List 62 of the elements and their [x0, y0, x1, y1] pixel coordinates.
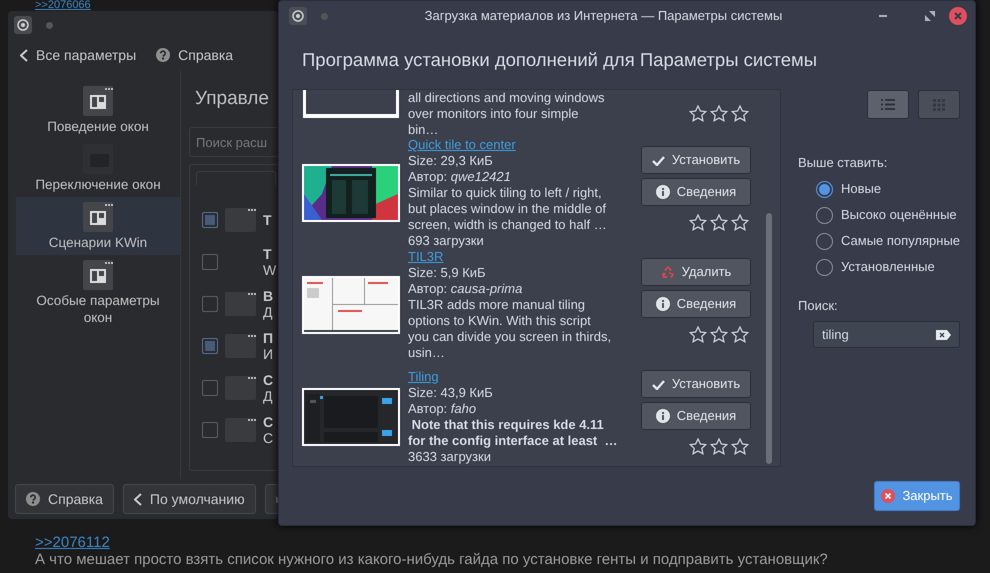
item-title-link[interactable]: Tiling [408, 369, 439, 385]
downloads-text: 693 загрузки [408, 233, 485, 249]
remove-button[interactable]: Удалить [641, 258, 751, 286]
script-subtitle: Д [263, 388, 274, 404]
search-field[interactable]: Поиск расш [189, 127, 278, 157]
toolbar-link[interactable]: Все параметры [20, 44, 136, 66]
script-title: В [263, 288, 274, 304]
description-line: but places window in the middle of [408, 201, 608, 217]
item-title-link[interactable]: Quick tile to center [408, 137, 516, 153]
size-text: Size: 5,9 КиБ [408, 265, 487, 281]
script-title: T [263, 212, 272, 228]
author-text: Автор: causa-prima [408, 281, 524, 297]
script-subtitle: И [263, 346, 274, 362]
page-heading: Управле [194, 87, 270, 111]
sidebar-item[interactable]: Сценарии KWin [16, 197, 180, 255]
radio-option[interactable]: Высоко оценённые [798, 202, 960, 228]
description-line: over monitors into four simple [408, 106, 580, 122]
install-button[interactable]: Установить [641, 370, 751, 398]
description-line: for the config interface at least … [408, 433, 618, 449]
sort-label: Выше ставить: [798, 154, 888, 172]
details-button[interactable]: Сведения [641, 290, 751, 318]
script-title: T [263, 246, 273, 262]
description-line: TIL3R adds more manual tiling [408, 297, 586, 313]
sidebar-item[interactable]: Поведение окон [16, 81, 180, 139]
script-subtitle: С [263, 430, 274, 446]
post-text: А что мешает просто взять список нужного из какого-нибудь гайда по установке генты и подправить установщик? [35, 551, 828, 568]
toolbar-link[interactable]: Справка [156, 44, 234, 66]
description-line: screen, width is changed to half … [408, 217, 608, 233]
author-text: Автор: qwe12421 [408, 169, 512, 185]
search-field[interactable]: tiling [813, 321, 960, 348]
size-text: Size: 29,3 КиБ [408, 153, 494, 169]
author-text: Автор: faho [408, 401, 478, 417]
description-line: Note that this requires kde 4.11 [410, 417, 605, 433]
size-text: Size: 43,9 КиБ [408, 385, 494, 401]
defaults-button[interactable]: По умолчанию [122, 484, 256, 514]
description-line: options to KWin. With this script [408, 313, 592, 329]
search-label: Поиск: [798, 297, 839, 315]
post-link[interactable]: >>2076066 [35, 0, 91, 11]
radio-option[interactable]: Новые [798, 176, 960, 202]
dialog-heading: Программа установки дополнений для Параметры системы [301, 48, 818, 72]
script-subtitle: Д [263, 304, 274, 320]
window-title: Загрузка материалов из Интернета — Параметры системы [424, 7, 784, 26]
description-line: Similar to quick tiling to left / right, [408, 185, 603, 201]
item-title-link[interactable]: TIL3R [408, 249, 444, 265]
install-button[interactable]: Установить [641, 146, 751, 174]
script-title: П [263, 330, 274, 346]
script-subtitle: W [263, 262, 276, 278]
radio-option[interactable]: Самые популярные [798, 228, 960, 254]
sidebar-item[interactable]: Особые параметры окон [16, 255, 180, 330]
description-line: all directions and moving windows [408, 90, 606, 106]
details-button[interactable]: Сведения [641, 402, 751, 430]
help-button[interactable]: Справка [15, 484, 114, 514]
downloads-text: 3633 загрузки [408, 449, 492, 465]
script-title: С [263, 414, 274, 430]
description-line: usin… [408, 345, 446, 361]
sidebar-item[interactable]: Переключение окон [16, 139, 180, 197]
radio-option[interactable]: Установленные [798, 254, 960, 280]
description-line: you can divide you screen in thirds, [408, 329, 612, 345]
script-title: С [263, 372, 274, 388]
description-line: bin… [408, 122, 440, 138]
details-button[interactable]: Сведения [641, 178, 751, 206]
post-link[interactable]: >>2076112 [35, 534, 110, 551]
